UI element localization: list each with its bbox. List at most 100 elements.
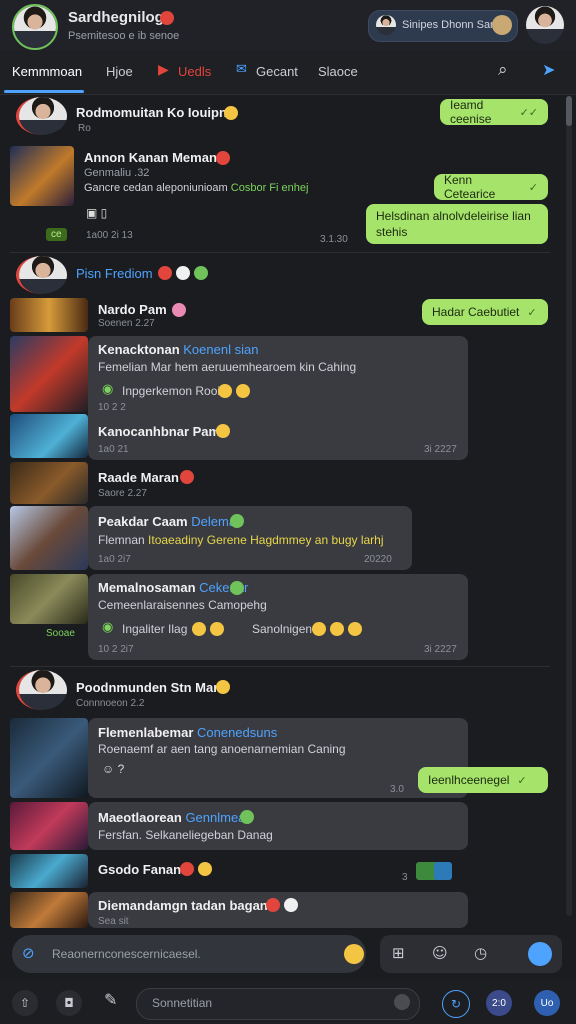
sent-text: Helsdinan alnolvdeleirise lian stehis [376, 209, 531, 239]
skull-emoji-icon [230, 581, 244, 595]
message-sender: Memalnosaman Cekenar [98, 580, 248, 595]
smile-emoji-icon [330, 622, 344, 636]
emoji-picker-icon[interactable] [344, 944, 364, 964]
heart-emoji-icon [158, 266, 172, 280]
sent-message: Ieamd ceenise ✓✓ [440, 98, 548, 126]
blue-badge-icon [434, 862, 452, 880]
message-time: 1a0 21 [98, 444, 129, 455]
game-thumbnail[interactable] [10, 146, 74, 206]
chat-avatar[interactable] [16, 670, 67, 710]
mail-icon: ✉ [236, 62, 247, 77]
sent-time: 3.1.30 [320, 234, 348, 245]
upload-icon[interactable]: ⇧ [12, 990, 38, 1016]
tab-uedls[interactable]: Uedls [178, 64, 211, 79]
message-text-main: Gancre cedan aleponiunioam [84, 182, 228, 194]
sent-text: Ieenlhceenegel [428, 773, 510, 787]
bottom-button-2[interactable]: Uo [534, 990, 560, 1016]
message-text: Fersfan. Selkaneliegeban Danag [98, 828, 273, 842]
icon-cluster: ☺ ? [102, 762, 125, 776]
send-button[interactable] [528, 942, 552, 966]
game-thumbnail[interactable] [10, 336, 88, 412]
search-icon[interactable]: ⌕ [498, 60, 508, 80]
chat-sub: Ro [78, 123, 91, 134]
alien-emoji-icon [240, 810, 254, 824]
message-sender: Gsodo Fanan [98, 862, 182, 877]
sent-message: Helsdinan alnolvdeleirise lian stehis [366, 204, 548, 244]
chat-name: Poodnmunden Stn Mam [76, 680, 225, 695]
message-text-main: Flemnan [98, 533, 145, 547]
sender-name: Kenacktonan [98, 342, 180, 357]
green-tag: Sooae [46, 628, 75, 639]
game-thumbnail[interactable] [10, 298, 88, 332]
chat-sub: Connnoeon 2.2 [76, 698, 145, 709]
message-meta: Sea sit [98, 916, 129, 927]
message-text: Femelian Mar hem aeruuemhearoem kin Cahi… [98, 360, 357, 374]
clock-icon[interactable]: ◷ [474, 944, 487, 962]
chat-avatar[interactable] [16, 97, 67, 135]
game-thumbnail[interactable] [10, 462, 88, 504]
message-time: 1a00 2i 13 [86, 230, 133, 241]
check-icon: ✓ [527, 305, 537, 319]
pen-icon[interactable]: ✎ [104, 990, 117, 1009]
game-icon: ◉ [102, 620, 114, 635]
link-icon[interactable]: ⊘ [22, 944, 35, 962]
smile-emoji-icon [236, 384, 250, 398]
sender-tag: Koenenl sian [183, 342, 259, 357]
smile-emoji-icon [216, 424, 230, 438]
icon-cluster: ▣ ▯ [86, 206, 108, 220]
sender-name: Maeotlaorean [98, 810, 182, 825]
user-avatar[interactable] [12, 4, 58, 50]
message-text-highlight: Itoaeadiny Gerene Hagdmmey an bugy larhj [148, 533, 384, 547]
app-title: Sardhegnilog [68, 9, 164, 26]
sent-message: Kenn Cetearice ✓ [434, 173, 548, 201]
sent-message: Hadar Caebutiet ✓ [422, 299, 548, 325]
tab-slaoce[interactable]: Slaoce [318, 64, 358, 79]
scrollbar-track[interactable] [566, 96, 572, 916]
sent-text: Ieamd ceenise [450, 98, 492, 126]
refresh-icon[interactable]: ↻ [442, 990, 470, 1018]
tab-active-underline [4, 90, 84, 93]
sender-tag: Conenedsuns [197, 725, 278, 740]
tab-kemmmoan[interactable]: Kemmmoan [12, 64, 82, 79]
game-controller-icon[interactable]: ⊞ [392, 944, 405, 962]
game-thumbnail[interactable] [10, 506, 88, 570]
game-thumbnail[interactable] [10, 574, 88, 624]
tab-gecant[interactable]: Gecant [256, 64, 298, 79]
chat-avatar[interactable] [16, 256, 67, 294]
add-icon[interactable]: ◘ [56, 990, 82, 1016]
emoji-icon[interactable]: ☺ [432, 944, 448, 962]
divider [10, 252, 550, 253]
game-thumbnail[interactable] [10, 414, 88, 458]
game-thumbnail[interactable] [10, 718, 88, 798]
game-thumbnail[interactable] [10, 854, 88, 888]
game-thumbnail[interactable] [10, 892, 88, 928]
sender-name: Flemenlabemar [98, 725, 194, 740]
ghost-emoji-icon [284, 898, 298, 912]
scrollbar-thumb[interactable] [566, 96, 572, 126]
check-icon: ✓ [528, 180, 538, 194]
message-text: Flemnan Itoaeadiny Gerene Hagdmmey an bu… [98, 533, 384, 547]
heart-emoji-icon [266, 898, 280, 912]
smile-emoji-icon [218, 384, 232, 398]
message-time: 10 2 2 [98, 402, 126, 413]
game-thumbnail[interactable] [10, 802, 88, 850]
tab-hjoe[interactable]: Hjoe [106, 64, 133, 79]
message-text-extra: Sanolnigen [252, 622, 313, 636]
message-text: Cemeenlaraisennes Camopehg [98, 598, 267, 612]
message-time-right: 3i 2227 [424, 644, 457, 655]
sent-text: Kenn Cetearice [444, 173, 496, 201]
check-icon: ✓ [517, 773, 527, 787]
smile-emoji-icon [348, 622, 362, 636]
smile-emoji-icon [312, 622, 326, 636]
contact-avatar[interactable] [526, 6, 564, 44]
lips-emoji-icon [172, 303, 186, 317]
mic-icon[interactable] [394, 994, 410, 1010]
game-icon: ◉ [102, 382, 114, 397]
heart-emoji-icon [180, 862, 194, 876]
message-time: 1a0 2i7 [98, 554, 131, 565]
bottom-button-1[interactable]: 2:0 [486, 990, 512, 1016]
heart-emoji-icon [216, 151, 230, 165]
message-sender: Flemenlabemar Conenedsuns [98, 725, 277, 740]
send-icon[interactable]: ➤ [542, 60, 555, 79]
message-text: Roenaemf ar aen tang anoenarnemian Canin… [98, 742, 346, 756]
